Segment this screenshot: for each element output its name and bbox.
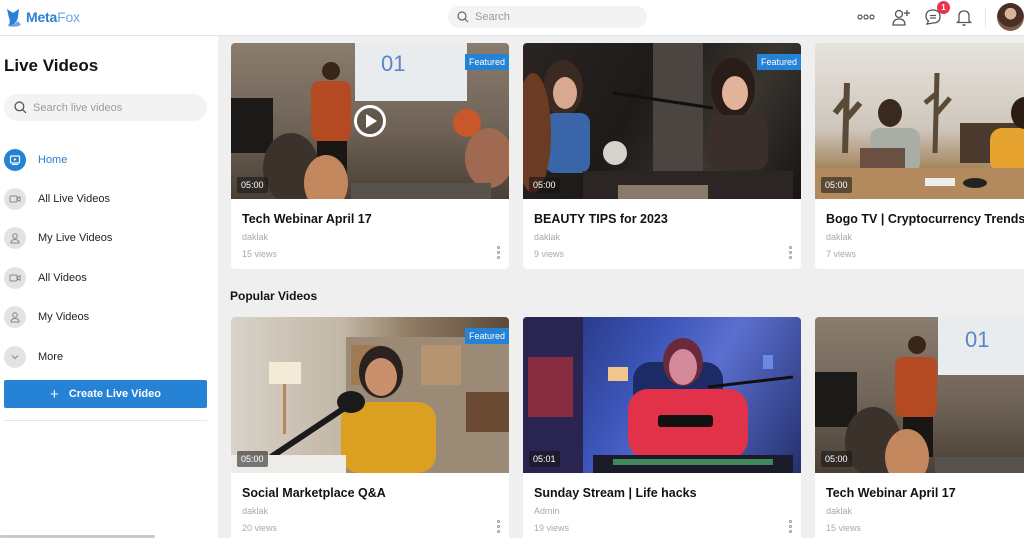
sidebar-divider (4, 420, 207, 421)
video-author[interactable]: daklak (242, 506, 498, 516)
sidebar-item-label: All Live Videos (38, 193, 110, 206)
more-vertical-icon[interactable] (787, 520, 793, 533)
more-horizontal-icon (857, 14, 875, 20)
search-icon (457, 11, 469, 23)
video-views: 15 views (242, 249, 278, 259)
sidebar-item-label: My Live Videos (38, 232, 113, 245)
sidebar-item-label: My Videos (38, 311, 90, 324)
video-author[interactable]: daklak (826, 506, 1024, 516)
video-card[interactable]: 05:01 Sunday Stream | Life hacks Admin 1… (523, 317, 801, 538)
user-avatar[interactable] (997, 3, 1024, 31)
notifications-button[interactable] (953, 6, 975, 28)
sidebar-item-my-live-videos[interactable]: My Live Videos (4, 219, 209, 258)
video-title[interactable]: Tech Webinar April 17 (242, 212, 498, 226)
sidebar-menu: Home All Live Videos My Live Videos All … (4, 140, 209, 376)
more-options-button[interactable] (855, 6, 877, 28)
video-card[interactable]: 01 05:00 Tech Webinar April 17 daklak 15… (815, 317, 1024, 538)
video-views: 20 views (242, 523, 278, 533)
video-camera-icon (9, 195, 21, 203)
sidebar-item-all-videos[interactable]: All Videos (4, 258, 209, 297)
video-duration: 05:00 (821, 451, 852, 467)
sidebar-item-all-live-videos[interactable]: All Live Videos (4, 179, 209, 218)
main-content: 01 Featured 05:00 Tech Webinar April 17 … (218, 36, 1024, 538)
video-card[interactable]: Featured 05:00 BEAUTY TIPS for 2023 dakl… (523, 43, 801, 269)
messages-button[interactable]: 1 (922, 1, 950, 28)
video-author[interactable]: daklak (242, 232, 498, 242)
fox-logo-icon (7, 9, 21, 27)
video-duration: 05:00 (821, 177, 852, 193)
svg-text:01: 01 (965, 327, 989, 352)
create-live-video-button[interactable]: + Create Live Video (4, 380, 207, 408)
global-search[interactable] (448, 6, 647, 28)
video-thumbnail[interactable]: Featured 05:00 (231, 317, 509, 473)
live-video-search-input[interactable] (33, 101, 193, 114)
logo-text: MetaFox (26, 9, 80, 25)
video-title[interactable]: Tech Webinar April 17 (826, 486, 1024, 500)
video-thumbnail[interactable]: 01 05:00 (815, 317, 1024, 473)
featured-badge: Featured (464, 54, 509, 70)
video-duration: 05:00 (237, 451, 268, 467)
sidebar-item-home[interactable]: Home (4, 140, 209, 179)
add-friend-button[interactable] (890, 6, 912, 28)
sidebar-item-my-videos[interactable]: My Videos (4, 298, 209, 337)
chevron-down-icon (11, 354, 19, 359)
sidebar-title: Live Videos (4, 56, 99, 75)
sidebar-item-label: Home (38, 153, 68, 166)
add-friend-icon (892, 9, 910, 26)
sidebar-item-more[interactable]: More (4, 337, 209, 376)
top-header: MetaFox 1 (0, 0, 1024, 36)
video-views: 15 views (826, 523, 862, 533)
video-author[interactable]: daklak (826, 232, 1024, 242)
video-duration: 05:00 (237, 177, 268, 193)
popular-videos-row: Featured 05:00 Social Marketplace Q&A da… (231, 317, 1024, 538)
video-duration: 05:01 (529, 451, 560, 467)
video-camera-icon (9, 274, 21, 282)
more-vertical-icon[interactable] (495, 520, 501, 533)
live-video-search[interactable] (4, 94, 207, 121)
thumbnail-image (523, 317, 794, 473)
video-title[interactable]: Sunday Stream | Life hacks (534, 486, 790, 500)
user-icon (10, 312, 20, 323)
notification-badge: 1 (937, 1, 950, 14)
svg-text:01: 01 (381, 51, 405, 76)
sidebar: Live Videos Home All Live Videos My Live… (0, 36, 218, 538)
video-title[interactable]: Bogo TV | Cryptocurrency Trends (826, 212, 1024, 226)
plus-icon: + (50, 385, 59, 403)
video-thumbnail[interactable]: 05:00 (815, 43, 1024, 199)
thumbnail-image (815, 72, 1024, 199)
more-vertical-icon[interactable] (787, 246, 793, 259)
video-views: 9 views (534, 249, 565, 259)
video-author[interactable]: Admin (534, 506, 790, 516)
more-vertical-icon[interactable] (495, 246, 501, 259)
header-divider (985, 8, 986, 28)
featured-badge: Featured (464, 328, 509, 344)
global-search-input[interactable] (475, 11, 635, 23)
video-card[interactable]: Featured 05:00 Social Marketplace Q&A da… (231, 317, 509, 538)
video-thumbnail[interactable]: Featured 05:00 (523, 43, 801, 199)
search-icon (14, 101, 27, 114)
video-card[interactable]: 05:00 Bogo TV | Cryptocurrency Trends da… (815, 43, 1024, 269)
thumbnail-image: 01 (815, 317, 1024, 473)
video-thumbnail[interactable]: 01 Featured 05:00 (231, 43, 509, 199)
bell-icon (955, 10, 973, 26)
video-title[interactable]: BEAUTY TIPS for 2023 (534, 212, 790, 226)
featured-videos-row: 01 Featured 05:00 Tech Webinar April 17 … (231, 43, 1024, 269)
sidebar-item-label: More (38, 350, 64, 363)
video-title[interactable]: Social Marketplace Q&A (242, 486, 498, 500)
video-card[interactable]: 01 Featured 05:00 Tech Webinar April 17 … (231, 43, 509, 269)
video-views: 19 views (534, 523, 570, 533)
video-author[interactable]: daklak (534, 232, 790, 242)
video-thumbnail[interactable]: 05:01 (523, 317, 801, 473)
play-button[interactable] (354, 105, 386, 137)
featured-badge: Featured (756, 54, 801, 70)
popular-videos-heading: Popular Videos (230, 289, 318, 303)
user-icon (10, 233, 20, 244)
sidebar-item-label: All Videos (38, 271, 87, 284)
video-views: 7 views (826, 249, 857, 259)
home-video-icon (9, 155, 21, 165)
logo[interactable]: MetaFox (5, 6, 80, 28)
video-duration: 05:00 (529, 177, 560, 193)
